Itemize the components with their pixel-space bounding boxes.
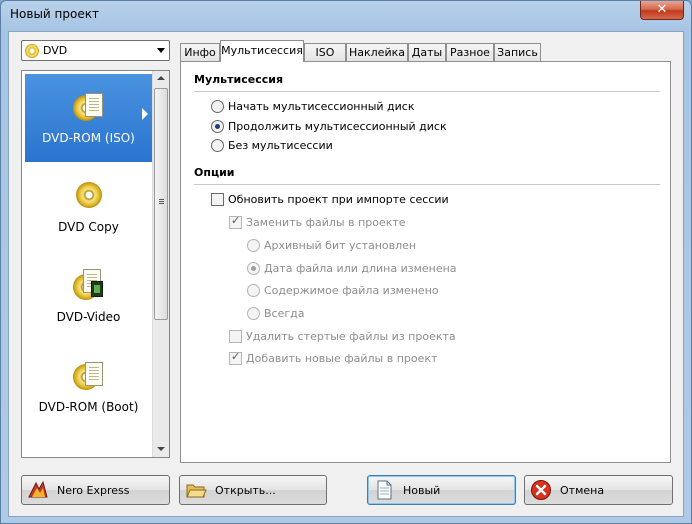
radio-start-multisession[interactable]: Начать мультисессионный диск xyxy=(211,100,414,113)
radio-indicator[interactable] xyxy=(211,120,224,133)
new-document-icon xyxy=(373,479,395,501)
radio-indicator[interactable] xyxy=(211,139,224,152)
scroll-down-arrow-icon[interactable] xyxy=(157,447,165,451)
checkbox-indicator[interactable] xyxy=(229,214,242,229)
close-button[interactable]: ✕ xyxy=(640,1,684,20)
project-item-label: DVD-ROM (Boot) xyxy=(38,400,139,414)
project-type-list[interactable]: DVD-ROM (ISO) DVD Copy DVD-Video DVD-ROM… xyxy=(21,70,170,458)
tab-multisession[interactable]: Мультисессия xyxy=(220,40,304,62)
open-folder-icon xyxy=(185,479,207,501)
multisession-tab-panel: Мультисессия Начать мультисессионный дис… xyxy=(180,61,671,463)
dvd-rom-iso-icon xyxy=(72,90,105,122)
dvd-rom-boot-icon xyxy=(72,359,105,391)
project-item-label: DVD-ROM (ISO) xyxy=(42,131,135,145)
dvd-video-icon xyxy=(72,269,105,301)
media-type-combobox[interactable]: DVD xyxy=(21,40,170,61)
radio-indicator[interactable] xyxy=(247,307,260,320)
project-item-dvd-copy[interactable]: DVD Copy xyxy=(25,163,152,251)
nero-express-button[interactable]: Nero Express xyxy=(21,475,170,505)
tab-dates[interactable]: Даты xyxy=(408,43,446,61)
tab-iso[interactable]: ISO xyxy=(304,43,346,61)
window-title: Новый проект xyxy=(10,7,99,21)
project-item-dvd-rom-boot[interactable]: DVD-ROM (Boot) xyxy=(25,343,152,431)
checkbox-replace-files[interactable]: Заменить файлы в проекте xyxy=(229,214,406,229)
document-icon xyxy=(73,449,105,457)
options-section-title: Опции xyxy=(194,166,235,179)
radio-indicator[interactable] xyxy=(247,284,260,297)
checkbox-remove-deleted[interactable]: Удалить стертые файлы из проекта xyxy=(229,330,456,343)
new-project-window: Новый проект ✕ DVD DVD-ROM (ISO) DVD Cop… xyxy=(0,0,692,524)
new-button[interactable]: Новый xyxy=(367,475,516,505)
nero-express-icon xyxy=(27,479,49,501)
radio-continue-multisession[interactable]: Продолжить мультисессионный диск xyxy=(211,120,447,133)
radio-indicator[interactable] xyxy=(247,239,260,252)
dialog-client-area: DVD DVD-ROM (ISO) DVD Copy DVD-Video DVD… xyxy=(8,31,684,517)
title-bar[interactable]: Новый проект ✕ xyxy=(1,1,691,29)
project-item-partial[interactable] xyxy=(25,433,152,457)
scroll-up-arrow-icon[interactable] xyxy=(157,76,165,80)
project-item-label: DVD-Video xyxy=(56,310,121,324)
chevron-down-icon[interactable] xyxy=(157,48,165,53)
project-item-dvd-video[interactable]: DVD-Video xyxy=(25,253,152,341)
tab-label[interactable]: Наклейка xyxy=(346,43,408,61)
media-type-value: DVD xyxy=(43,44,68,57)
project-list-scrollbar[interactable] xyxy=(152,71,169,457)
checkbox-indicator[interactable] xyxy=(229,350,242,365)
checkbox-update-project[interactable]: Обновить проект при импорте сессии xyxy=(211,193,449,206)
project-item-dvd-rom-iso[interactable]: DVD-ROM (ISO) xyxy=(25,74,152,162)
tab-burn[interactable]: Запись xyxy=(494,43,541,61)
tab-info[interactable]: Инфо xyxy=(180,43,220,61)
grip-icon xyxy=(159,199,164,200)
dvd-copy-icon xyxy=(73,179,105,211)
cancel-icon xyxy=(530,479,552,501)
radio-indicator[interactable] xyxy=(211,100,224,113)
radio-always[interactable]: Всегда xyxy=(247,307,305,320)
section-divider xyxy=(194,184,660,185)
project-item-label: DVD Copy xyxy=(58,220,119,234)
radio-content-changed[interactable]: Содержимое файла изменено xyxy=(247,284,439,297)
dvd-disc-icon xyxy=(25,44,39,58)
checkbox-add-new-files[interactable]: Добавить новые файлы в проект xyxy=(229,350,437,365)
radio-no-multisession[interactable]: Без мультисессии xyxy=(211,139,333,152)
scrollbar-thumb[interactable] xyxy=(154,88,168,320)
open-button[interactable]: Открыть... xyxy=(179,475,327,505)
checkbox-indicator[interactable] xyxy=(229,330,242,343)
chevron-right-icon xyxy=(142,108,148,120)
radio-archive-bit[interactable]: Архивный бит установлен xyxy=(247,239,416,252)
checkbox-indicator[interactable] xyxy=(211,193,224,206)
radio-indicator[interactable] xyxy=(247,262,260,275)
cancel-button[interactable]: Отмена xyxy=(524,475,673,505)
section-divider xyxy=(194,91,660,92)
multisession-section-title: Мультисессия xyxy=(194,73,284,86)
tab-misc[interactable]: Разное xyxy=(446,43,494,61)
radio-date-or-size-changed[interactable]: Дата файла или длина изменена xyxy=(247,262,457,275)
